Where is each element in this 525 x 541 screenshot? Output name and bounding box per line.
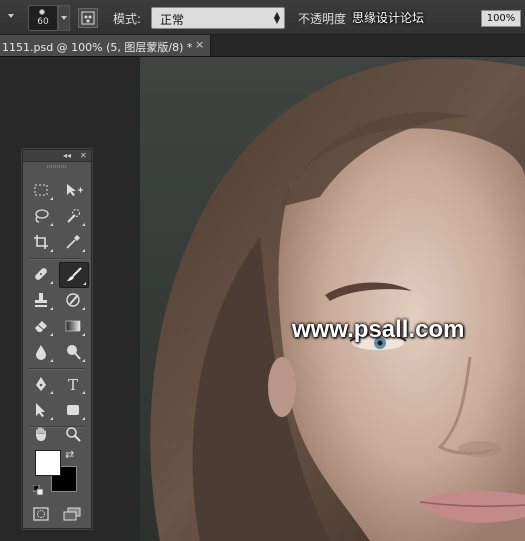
updown-chevron-icon: ▲ ▼ xyxy=(273,10,280,25)
rectangle-shape-icon xyxy=(67,405,79,415)
blur-icon xyxy=(36,345,46,360)
default-colors-icon[interactable] xyxy=(32,480,44,496)
tools-panel-header: ◂◂ ✕ xyxy=(23,150,91,162)
tools-panel: ◂◂ ✕ T ⇄ xyxy=(22,149,92,529)
eyedropper-icon xyxy=(66,235,80,249)
brush-panel-icon xyxy=(81,11,95,25)
crop-icon xyxy=(34,235,48,249)
lasso-icon xyxy=(35,209,49,223)
brush-preset-dropdown[interactable] xyxy=(58,5,70,31)
hand-tool[interactable] xyxy=(27,422,55,446)
history-brush-tool[interactable] xyxy=(59,288,87,312)
document-canvas[interactable]: www.psall.com xyxy=(140,57,525,541)
document-tab-bar: 1151.psd @ 100% (5, 图层蒙版/8) * × xyxy=(0,35,525,57)
healing-brush-tool[interactable] xyxy=(27,262,55,286)
close-icon[interactable]: ✕ xyxy=(80,150,87,161)
brush-icon xyxy=(67,267,82,281)
blur-tool[interactable] xyxy=(27,340,55,364)
move-tool[interactable] xyxy=(59,178,87,202)
zoom-tool[interactable] xyxy=(59,422,87,446)
blend-mode-select[interactable]: 正常 ▲ ▼ xyxy=(151,7,285,29)
gradient-icon xyxy=(65,320,81,332)
crop-tool[interactable] xyxy=(27,230,55,254)
healing-brush-icon xyxy=(35,268,47,280)
clone-stamp-icon xyxy=(35,293,47,307)
opacity-field-area: 100% 思缘设计论坛 xyxy=(352,8,525,28)
history-brush-icon xyxy=(66,293,80,307)
swap-colors-icon[interactable]: ⇄ xyxy=(65,448,74,461)
rectangular-marquee-icon xyxy=(34,184,48,196)
brush-size-value: 60 xyxy=(37,17,49,27)
eraser-icon xyxy=(35,321,47,332)
zoom-icon xyxy=(66,427,81,442)
brush-panel-toggle-button[interactable] xyxy=(78,8,98,28)
toolbox-divider xyxy=(29,258,85,260)
quick-mask-icon[interactable] xyxy=(33,506,49,521)
path-selection-tool[interactable] xyxy=(27,398,55,422)
pen-icon xyxy=(36,377,46,391)
collapse-icon[interactable]: ◂◂ xyxy=(63,150,71,161)
opacity-label: 不透明度 xyxy=(298,12,347,26)
opacity-input[interactable]: 100% xyxy=(481,10,521,27)
rectangular-marquee-tool[interactable] xyxy=(27,178,55,202)
options-bar: 60 模式: 正常 ▲ ▼ 不透明度 100% 思缘设计论坛 xyxy=(0,0,525,35)
type-tool[interactable]: T xyxy=(59,372,87,396)
type-icon: T xyxy=(68,376,78,392)
lasso-tool[interactable] xyxy=(27,204,55,228)
rectangle-shape-tool[interactable] xyxy=(59,398,87,422)
document-tab[interactable]: 1151.psd @ 100% (5, 图层蒙版/8) * × xyxy=(0,35,211,56)
dodge-icon xyxy=(67,345,81,360)
clone-stamp-tool[interactable] xyxy=(27,288,55,312)
eraser-tool[interactable] xyxy=(27,314,55,338)
site-watermark-overlay: 思缘设计论坛 xyxy=(352,11,425,25)
svg-text:T: T xyxy=(68,376,78,392)
path-selection-icon xyxy=(36,403,45,417)
pen-tool[interactable] xyxy=(27,372,55,396)
brush-tool[interactable] xyxy=(59,262,89,288)
quick-selection-tool[interactable] xyxy=(59,204,87,228)
screen-mode-icon[interactable] xyxy=(63,506,81,521)
panel-grip[interactable] xyxy=(47,165,67,168)
dodge-tool[interactable] xyxy=(59,340,87,364)
brush-tip-icon xyxy=(39,9,45,15)
brush-preset-picker[interactable]: 60 xyxy=(28,5,58,31)
tab-close-icon[interactable]: × xyxy=(195,38,204,51)
canvas-watermark: www.psall.com xyxy=(292,316,465,343)
blend-mode-value: 正常 xyxy=(160,13,185,27)
mode-label: 模式: xyxy=(113,12,142,26)
toolbox-divider xyxy=(29,368,85,370)
portrait-photo xyxy=(140,57,525,541)
gradient-tool[interactable] xyxy=(59,314,87,338)
hand-icon xyxy=(36,427,46,441)
document-tab-title: 1151.psd @ 100% (5, 图层蒙版/8) * xyxy=(2,41,193,54)
eyedropper-tool[interactable] xyxy=(59,230,87,254)
tool-preset-chevron-icon[interactable] xyxy=(8,14,14,18)
move-icon xyxy=(67,184,83,196)
quick-selection-icon xyxy=(67,209,80,223)
foreground-color-swatch[interactable] xyxy=(35,450,61,476)
